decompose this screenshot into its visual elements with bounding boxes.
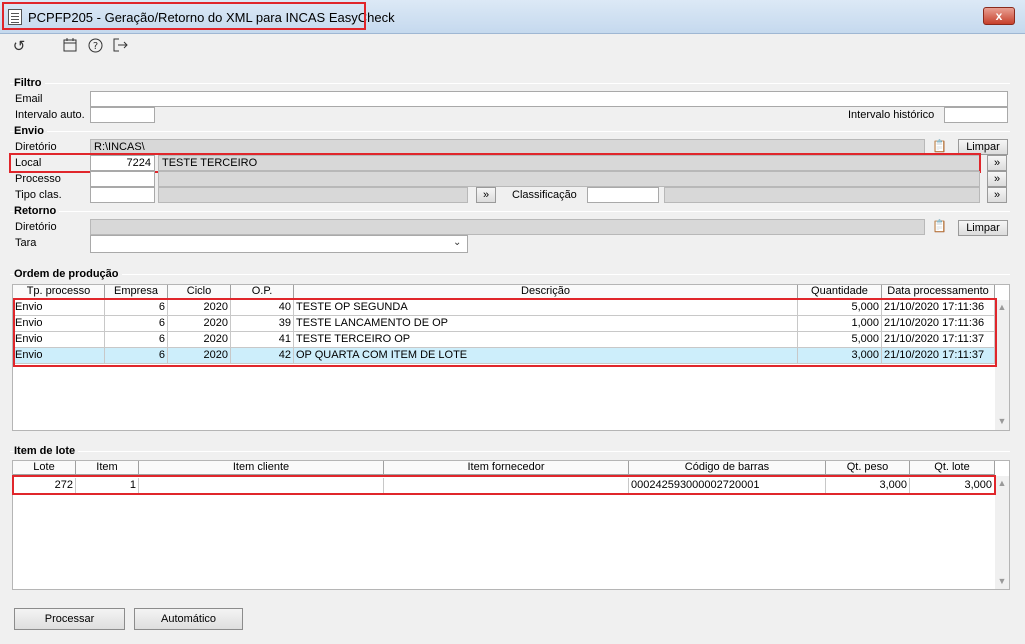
col-item[interactable]: Item — [76, 461, 139, 475]
classificacao-desc-field — [664, 187, 980, 203]
tara-select[interactable] — [90, 235, 468, 253]
processo-label: Processo — [15, 173, 61, 185]
col-descricao[interactable]: Descrição — [294, 285, 798, 299]
retorno-diretorio-field[interactable] — [90, 219, 925, 235]
automatico-button[interactable]: Automático — [134, 608, 243, 630]
col-quantidade[interactable]: Quantidade — [798, 285, 882, 299]
chevron-down-icon[interactable]: ⌄ — [453, 237, 465, 251]
processo-lookup-button[interactable]: » — [987, 171, 1007, 187]
local-lookup-button[interactable]: » — [987, 155, 1007, 171]
toolbar — [0, 34, 1025, 62]
col-qt-peso[interactable]: Qt. peso — [826, 461, 910, 475]
ordem-title: Ordem de produção — [14, 268, 122, 280]
retorno-title: Retorno — [14, 205, 60, 217]
col-op[interactable]: O.P. — [231, 285, 294, 299]
lote-highlight — [12, 475, 996, 495]
retorno-diretorio-label: Diretório — [15, 221, 57, 233]
envio-title: Envio — [14, 125, 47, 137]
calendar-icon[interactable] — [60, 38, 80, 56]
col-ciclo[interactable]: Ciclo — [168, 285, 231, 299]
intervalo-auto-label: Intervalo auto. — [15, 109, 85, 121]
refresh-icon[interactable]: ↺ — [9, 38, 29, 56]
exit-icon[interactable] — [111, 38, 131, 56]
intervalo-historico-field[interactable] — [944, 107, 1008, 123]
title-highlight — [2, 2, 366, 30]
filtro-title: Filtro — [14, 77, 45, 89]
retorno-divider — [10, 211, 1010, 212]
processo-code-field[interactable] — [90, 171, 155, 187]
tara-label: Tara — [15, 237, 37, 249]
lote-divider — [10, 451, 1010, 452]
lote-scrollbar[interactable]: ▲ ▼ — [995, 476, 1009, 589]
copy-icon[interactable]: 📋 — [932, 219, 950, 235]
processar-button[interactable]: Processar — [14, 608, 125, 630]
col-codigo-barras[interactable]: Código de barras — [629, 461, 826, 475]
col-tp-processo[interactable]: Tp. processo — [13, 285, 105, 299]
local-highlight — [9, 153, 981, 173]
classificacao-lookup-button[interactable]: » — [987, 187, 1007, 203]
svg-text:?: ? — [92, 41, 97, 52]
intervalo-historico-label: Intervalo histórico — [848, 109, 935, 121]
tipo-clas-code-field[interactable] — [90, 187, 155, 203]
ordem-divider — [10, 274, 1010, 275]
lote-title: Item de lote — [14, 445, 79, 457]
envio-divider — [10, 131, 1010, 132]
tipo-clas-label: Tipo clas. — [15, 189, 62, 201]
ordem-scrollbar[interactable]: ▲ ▼ — [995, 300, 1009, 430]
tipo-clas-lookup-button[interactable]: » — [476, 187, 496, 203]
email-field[interactable] — [90, 91, 1008, 107]
classificacao-code-field[interactable] — [587, 187, 659, 203]
close-button[interactable]: x — [983, 7, 1015, 25]
filtro-divider — [10, 83, 1010, 84]
envio-diretorio-label: Diretório — [15, 141, 57, 153]
intervalo-auto-field[interactable] — [90, 107, 155, 123]
email-label: Email — [15, 93, 43, 105]
col-item-fornecedor[interactable]: Item fornecedor — [384, 461, 629, 475]
col-qt-lote[interactable]: Qt. lote — [910, 461, 995, 475]
tipo-clas-desc-field — [158, 187, 468, 203]
col-data-processamento[interactable]: Data processamento — [882, 285, 995, 299]
col-lote[interactable]: Lote — [13, 461, 76, 475]
processo-desc-field — [158, 171, 980, 187]
ordem-highlight — [13, 298, 997, 367]
col-item-cliente[interactable]: Item cliente — [139, 461, 384, 475]
col-empresa[interactable]: Empresa — [105, 285, 168, 299]
classificacao-label: Classificação — [512, 189, 577, 201]
help-icon[interactable]: ? — [85, 38, 105, 56]
retorno-limpar-button[interactable]: Limpar — [958, 220, 1008, 236]
